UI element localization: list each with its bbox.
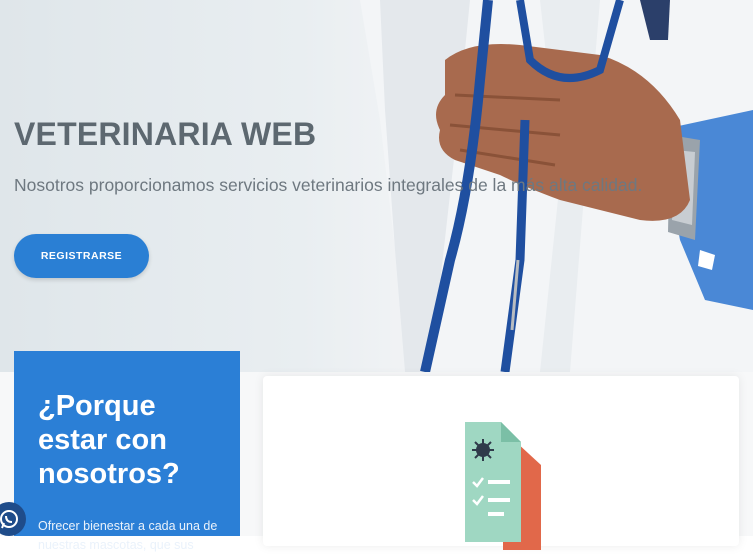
hero-subtitle: Nosotros proporcionamos servicios veteri… bbox=[14, 175, 643, 195]
document-virus-checklist-icon bbox=[465, 422, 541, 550]
feature-card bbox=[263, 376, 739, 550]
register-button[interactable]: REGISTRARSE bbox=[14, 234, 149, 278]
why-us-title: ¿Porque estar con nosotros? bbox=[38, 390, 180, 490]
why-us-card: ¿Porque estar con nosotros? Ofrecer bien… bbox=[14, 351, 240, 552]
page-title: VETERINARIA WEB bbox=[14, 116, 317, 152]
why-us-text: Ofrecer bienestar a cada una de nuestras… bbox=[38, 519, 218, 552]
whatsapp-icon bbox=[0, 510, 18, 529]
hero-banner: VETERINARIA WEB Nosotros proporcionamos … bbox=[0, 0, 753, 372]
